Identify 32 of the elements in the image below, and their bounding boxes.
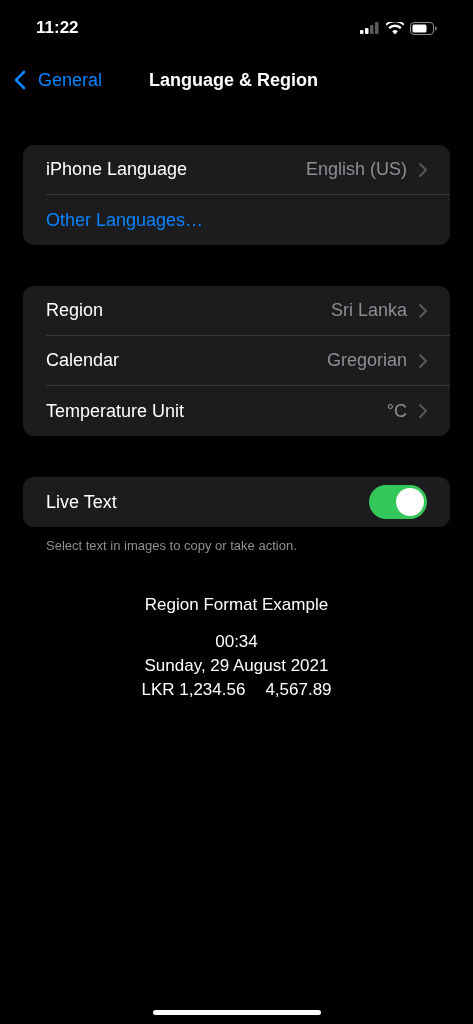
row-label: Temperature Unit bbox=[46, 399, 186, 423]
battery-icon bbox=[410, 21, 437, 35]
settings-row[interactable]: iPhone Language English (US) bbox=[46, 145, 450, 195]
example-time: 00:34 bbox=[215, 631, 258, 653]
page-title: Language & Region bbox=[149, 68, 318, 92]
row-value: English (US) bbox=[305, 158, 407, 181]
row-label: Calendar bbox=[46, 349, 121, 372]
footer-note: Select text in images to copy or take action. bbox=[45, 537, 298, 555]
wifi-icon bbox=[386, 21, 404, 35]
settings-row[interactable]: Temperature Unit °C bbox=[46, 386, 450, 436]
settings-row[interactable]: Region Sri Lanka bbox=[46, 286, 450, 336]
back-chevron-icon bbox=[14, 70, 26, 90]
settings-row[interactable]: Calendar Gregorian bbox=[46, 336, 450, 386]
example-number: 4,567.89 bbox=[265, 679, 332, 701]
example-currency: LKR 1,234.56 bbox=[141, 679, 246, 701]
example-title: Region Format Example bbox=[144, 593, 329, 616]
chevron-icon bbox=[419, 404, 427, 418]
status-time: 11:22 bbox=[36, 17, 80, 40]
signal-icon bbox=[360, 22, 380, 34]
chevron-icon bbox=[419, 162, 427, 177]
toggle-switch[interactable] bbox=[369, 485, 427, 519]
link[interactable]: Other Languages… bbox=[46, 206, 204, 234]
chevron-icon bbox=[419, 353, 427, 368]
row-label: Region bbox=[46, 299, 105, 322]
row-value: Gregorian bbox=[326, 349, 407, 372]
row-value: °C bbox=[386, 399, 407, 423]
row-value: Sri Lanka bbox=[330, 299, 407, 322]
row-label: Live Text bbox=[46, 490, 118, 514]
example-date: Sunday, 29 August 2021 bbox=[144, 655, 329, 677]
back-button[interactable]: General bbox=[14, 66, 103, 94]
row-label: iPhone Language bbox=[46, 158, 189, 181]
chevron-icon bbox=[419, 303, 427, 318]
